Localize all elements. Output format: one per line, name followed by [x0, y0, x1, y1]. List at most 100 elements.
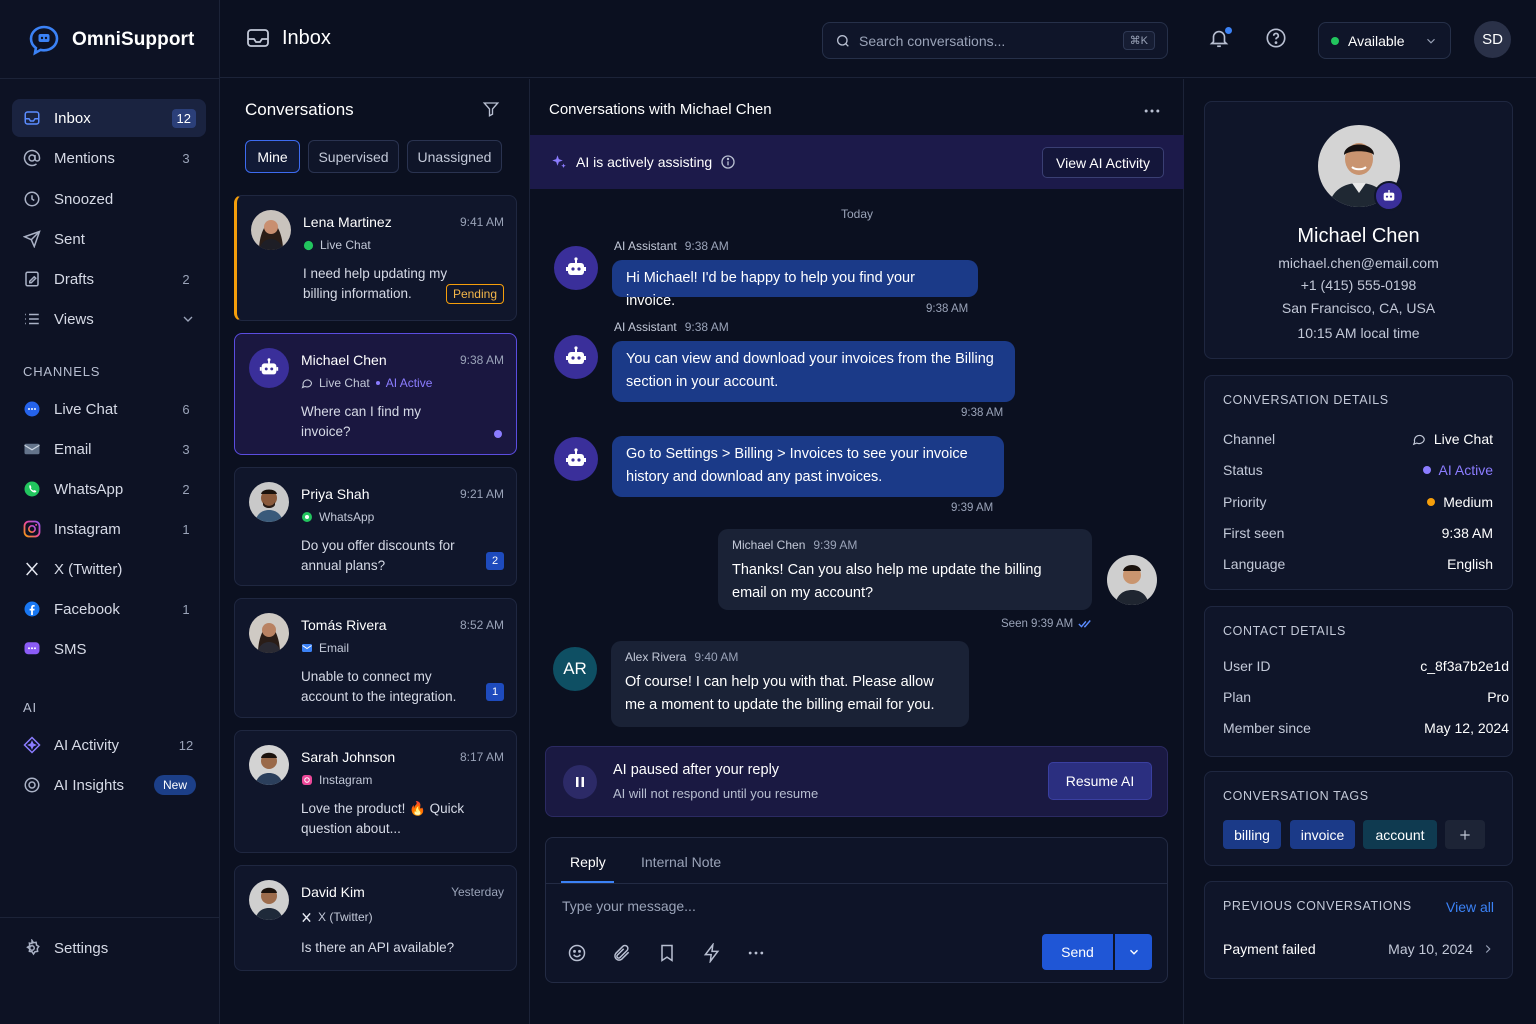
conversation-details-card: CONVERSATION DETAILS Channel Live Chat S…	[1204, 375, 1513, 590]
tab-reply[interactable]: Reply	[570, 854, 606, 870]
day-divider: Today	[840, 207, 874, 221]
sidebar-item-x-twitter[interactable]: X (Twitter)	[12, 550, 206, 588]
sidebar-item-settings[interactable]: Settings	[12, 929, 206, 967]
unread-count-badge: 1	[486, 683, 504, 701]
more-horizontal-icon[interactable]	[746, 943, 766, 963]
avatar	[249, 482, 289, 522]
sidebar-item-email[interactable]: Email 3	[12, 430, 206, 468]
send-button[interactable]: Send	[1042, 934, 1113, 970]
count-badge: 1	[182, 601, 190, 617]
sidebar-item-mentions[interactable]: Mentions 3	[12, 139, 206, 177]
send-icon	[22, 229, 42, 249]
help-button[interactable]	[1265, 27, 1289, 51]
contact-email[interactable]: michael.chen@email.com	[1205, 255, 1512, 271]
filter-button[interactable]	[482, 100, 500, 118]
avatar	[249, 613, 289, 653]
sidebar-item-label: Email	[54, 440, 92, 458]
tab-unassigned[interactable]: Unassigned	[407, 140, 502, 173]
resume-ai-button[interactable]: Resume AI	[1048, 762, 1152, 800]
info-icon[interactable]	[720, 154, 736, 170]
send-options-button[interactable]	[1115, 934, 1152, 970]
email-icon	[301, 642, 313, 654]
sidebar-item-label: Inbox	[54, 109, 91, 127]
sidebar-item-facebook[interactable]: Facebook 1	[12, 590, 206, 628]
more-options-button[interactable]	[1142, 101, 1162, 121]
user-avatar[interactable]: SD	[1474, 21, 1511, 58]
channels-heading: CHANNELS	[23, 364, 101, 379]
sidebar-item-label: Views	[54, 310, 94, 328]
message-input[interactable]	[562, 898, 1152, 922]
conversation-card-david-kim[interactable]: David Kim Yesterday X (Twitter) Is there…	[234, 865, 517, 971]
new-badge: New	[153, 775, 196, 795]
tag-invoice[interactable]: invoice	[1290, 820, 1355, 849]
conversation-card-sarah-johnson[interactable]: Sarah Johnson 8:17 AM Instagram Love the…	[234, 730, 517, 853]
sidebar-item-drafts[interactable]: Drafts 2	[12, 260, 206, 298]
notifications-button[interactable]	[1208, 27, 1232, 51]
tag-account[interactable]: account	[1363, 820, 1437, 849]
conversation-card-lena-martinez[interactable]: Lena Martinez 9:41 AM Live Chat I need h…	[234, 195, 517, 321]
sidebar-item-snoozed[interactable]: Snoozed	[12, 180, 206, 218]
ai-active-label: AI Active	[385, 376, 433, 390]
ai-heading: AI	[23, 700, 37, 715]
bookmark-icon[interactable]	[657, 943, 677, 963]
emoji-icon[interactable]	[567, 943, 587, 963]
count-badge: 2	[182, 271, 190, 287]
brand[interactable]: OmniSupport	[28, 24, 194, 56]
instagram-icon	[301, 774, 313, 786]
previous-conversations-heading: PREVIOUS CONVERSATIONS	[1223, 899, 1412, 913]
detail-row-member-since: Member since May 12, 2024	[1223, 720, 1509, 736]
sidebar-item-sent[interactable]: Sent	[12, 220, 206, 258]
ai-message-bubble: You can view and download your invoices …	[612, 341, 1015, 402]
search-input[interactable]	[859, 32, 1115, 49]
sidebar-item-ai-activity[interactable]: AI Activity 12	[12, 726, 206, 764]
sidebar-item-inbox[interactable]: Inbox 12	[12, 99, 206, 137]
tab-mine[interactable]: Mine	[245, 140, 300, 173]
availability-dropdown[interactable]: Available	[1318, 22, 1451, 59]
sidebar-item-label: AI Activity	[54, 736, 120, 754]
sidebar-item-views[interactable]: Views	[12, 300, 206, 338]
sidebar-item-live-chat[interactable]: Live Chat 6	[12, 390, 206, 428]
ai-bot-badge-icon	[1374, 181, 1404, 211]
sidebar-item-sms[interactable]: SMS	[12, 630, 206, 668]
lightning-icon[interactable]	[702, 943, 722, 963]
sidebar-item-label: Facebook	[54, 600, 120, 618]
sidebar-item-label: Sent	[54, 230, 85, 248]
more-horizontal-icon	[1142, 101, 1162, 121]
sidebar-item-label: WhatsApp	[54, 480, 124, 498]
message-meta: Michael Chen 9:39 AM	[732, 538, 858, 552]
add-tag-button[interactable]	[1445, 820, 1485, 849]
user-message-bubble: Michael Chen 9:39 AM Thanks! Can you also…	[718, 529, 1092, 610]
conversation-card-michael-chen[interactable]: Michael Chen 9:38 AM Live Chat AI Active…	[234, 333, 517, 455]
view-ai-activity-button[interactable]: View AI Activity	[1042, 147, 1164, 178]
ai-insights-icon	[22, 775, 42, 795]
attachment-icon[interactable]	[612, 943, 632, 963]
ai-assistant-avatar	[554, 437, 598, 481]
ai-activity-icon	[22, 735, 42, 755]
chevron-down-icon	[1424, 34, 1438, 48]
sidebar-item-instagram[interactable]: Instagram 1	[12, 510, 206, 548]
sidebar-item-label: SMS	[54, 640, 87, 658]
view-all-link[interactable]: View all	[1446, 899, 1494, 915]
facebook-icon	[22, 599, 42, 619]
contact-phone[interactable]: +1 (415) 555-0198	[1205, 277, 1512, 293]
chat-bubble-icon	[1412, 432, 1426, 446]
tab-supervised[interactable]: Supervised	[308, 140, 399, 173]
conversation-card-priya-shah[interactable]: Priya Shah 9:21 AM WhatsApp Do you offer…	[234, 467, 517, 586]
contact-details-heading: CONTACT DETAILS	[1223, 624, 1346, 638]
tab-internal-note[interactable]: Internal Note	[641, 854, 721, 870]
top-bar: Inbox ⌘K Available SD	[220, 0, 1536, 78]
conversation-card-tomas-rivera[interactable]: Tomás Rivera 8:52 AM Email Unable to con…	[234, 598, 517, 718]
previous-conversation-item[interactable]: Payment failed May 10, 2024	[1223, 941, 1495, 957]
ai-message-bubble: Hi Michael! I'd be happy to help you fin…	[612, 260, 978, 309]
sparkle-icon	[550, 153, 568, 171]
sidebar-item-label: Live Chat	[54, 400, 118, 418]
contact-details-card: CONTACT DETAILS User ID c_8f3a7b2e1d Pla…	[1204, 606, 1513, 757]
tag-billing[interactable]: billing	[1223, 820, 1281, 849]
sidebar-item-whatsapp[interactable]: WhatsApp 2	[12, 470, 206, 508]
conversation-list-panel: Conversations Mine Supervised Unassigned…	[220, 79, 530, 1024]
avatar	[249, 745, 289, 785]
sidebar-item-ai-insights[interactable]: AI Insights New	[12, 766, 206, 804]
search-box[interactable]: ⌘K	[822, 22, 1168, 59]
sidebar: OmniSupport Inbox 12 Mentions 3 Snoozed …	[0, 0, 220, 1024]
priority-dot	[1427, 498, 1436, 506]
